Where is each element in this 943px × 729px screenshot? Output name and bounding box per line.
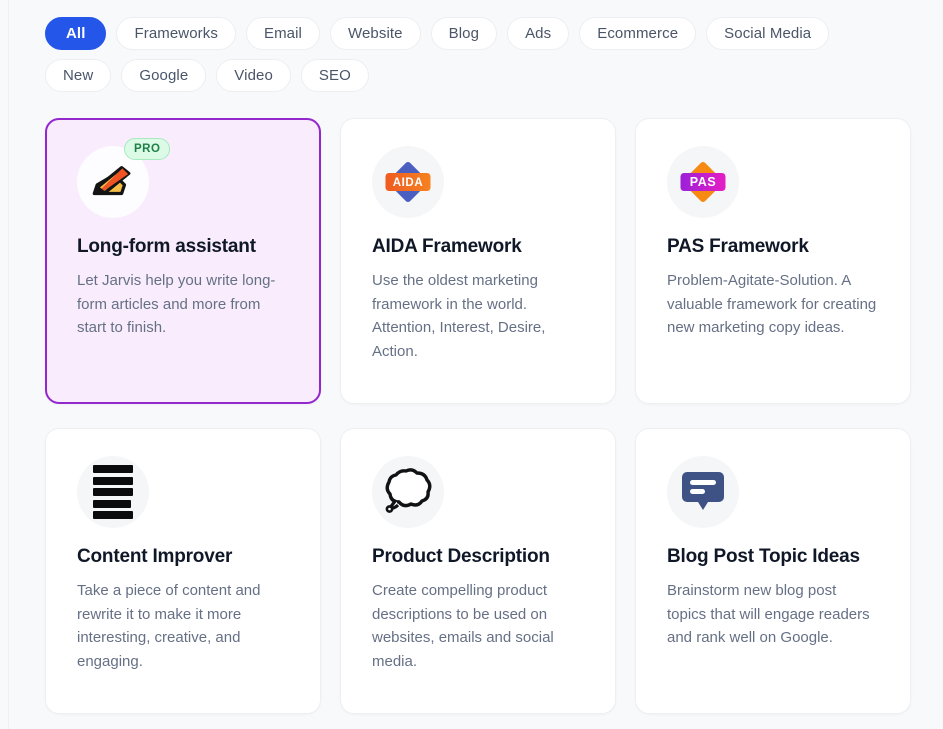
template-card[interactable]: AIDA AIDA Framework Use the oldest marketi… bbox=[340, 118, 616, 404]
card-title: PAS Framework bbox=[667, 236, 879, 258]
svg-text:AIDA: AIDA bbox=[393, 177, 424, 189]
template-card[interactable]: PAS PAS Framework Problem-Agitate-Solution… bbox=[635, 118, 911, 404]
aida-logo-icon: AIDA bbox=[372, 146, 444, 218]
pro-badge: PRO bbox=[124, 138, 170, 160]
sidebar-divider bbox=[8, 0, 9, 729]
filter-chip-all[interactable]: All bbox=[45, 17, 106, 50]
thought-bubble-icon bbox=[372, 456, 444, 528]
filter-chip-video[interactable]: Video bbox=[216, 59, 291, 92]
pas-logo-icon: PAS bbox=[667, 146, 739, 218]
template-card-grid: PRO Long-form assistant Let Jarvis help yo… bbox=[9, 92, 943, 714]
card-description: Let Jarvis help you write long-form arti… bbox=[77, 269, 289, 340]
filter-chip-new[interactable]: New bbox=[45, 59, 111, 92]
card-icon bbox=[667, 456, 739, 528]
card-title: AIDA Framework bbox=[372, 236, 584, 258]
filter-chip-google[interactable]: Google bbox=[121, 59, 206, 92]
filter-chip-social-media[interactable]: Social Media bbox=[706, 17, 829, 50]
card-icon: PAS bbox=[667, 146, 739, 218]
card-description: Brainstorm new blog post topics that wil… bbox=[667, 579, 879, 650]
card-icon: PRO bbox=[77, 146, 149, 218]
filter-chip-ecommerce[interactable]: Ecommerce bbox=[579, 17, 696, 50]
stacked-bars-icon bbox=[77, 456, 149, 528]
card-title: Long-form assistant bbox=[77, 236, 289, 258]
filter-chip-seo[interactable]: SEO bbox=[301, 59, 369, 92]
filter-chip-email[interactable]: Email bbox=[246, 17, 320, 50]
card-title: Product Description bbox=[372, 546, 584, 568]
card-title: Blog Post Topic Ideas bbox=[667, 546, 879, 568]
card-title: Content Improver bbox=[77, 546, 289, 568]
card-icon bbox=[77, 456, 149, 528]
filter-chip-frameworks[interactable]: Frameworks bbox=[116, 17, 236, 50]
template-card[interactable]: PRO Long-form assistant Let Jarvis help yo… bbox=[45, 118, 321, 404]
card-description: Use the oldest marketing framework in th… bbox=[372, 269, 584, 363]
card-icon bbox=[372, 456, 444, 528]
card-icon: AIDA bbox=[372, 146, 444, 218]
card-description: Create compelling product descriptions t… bbox=[372, 579, 584, 673]
template-card[interactable]: Content Improver Take a piece of content … bbox=[45, 428, 321, 714]
svg-text:PAS: PAS bbox=[690, 175, 717, 189]
filter-chip-blog[interactable]: Blog bbox=[431, 17, 497, 50]
card-description: Take a piece of content and rewrite it t… bbox=[77, 579, 289, 673]
filter-chip-ads[interactable]: Ads bbox=[507, 17, 569, 50]
category-filter-bar: All Frameworks Email Website Blog Ads Ecommerc… bbox=[9, 0, 889, 92]
template-library-page: All Frameworks Email Website Blog Ads Ecommerc… bbox=[0, 0, 943, 729]
card-description: Problem-Agitate-Solution. A valuable fra… bbox=[667, 269, 879, 340]
filter-chip-website[interactable]: Website bbox=[330, 17, 421, 50]
template-card[interactable]: Product Description Create compelling pro… bbox=[340, 428, 616, 714]
template-card[interactable]: Blog Post Topic Ideas Brainstorm new blog… bbox=[635, 428, 911, 714]
chat-balloon-icon bbox=[667, 456, 739, 528]
